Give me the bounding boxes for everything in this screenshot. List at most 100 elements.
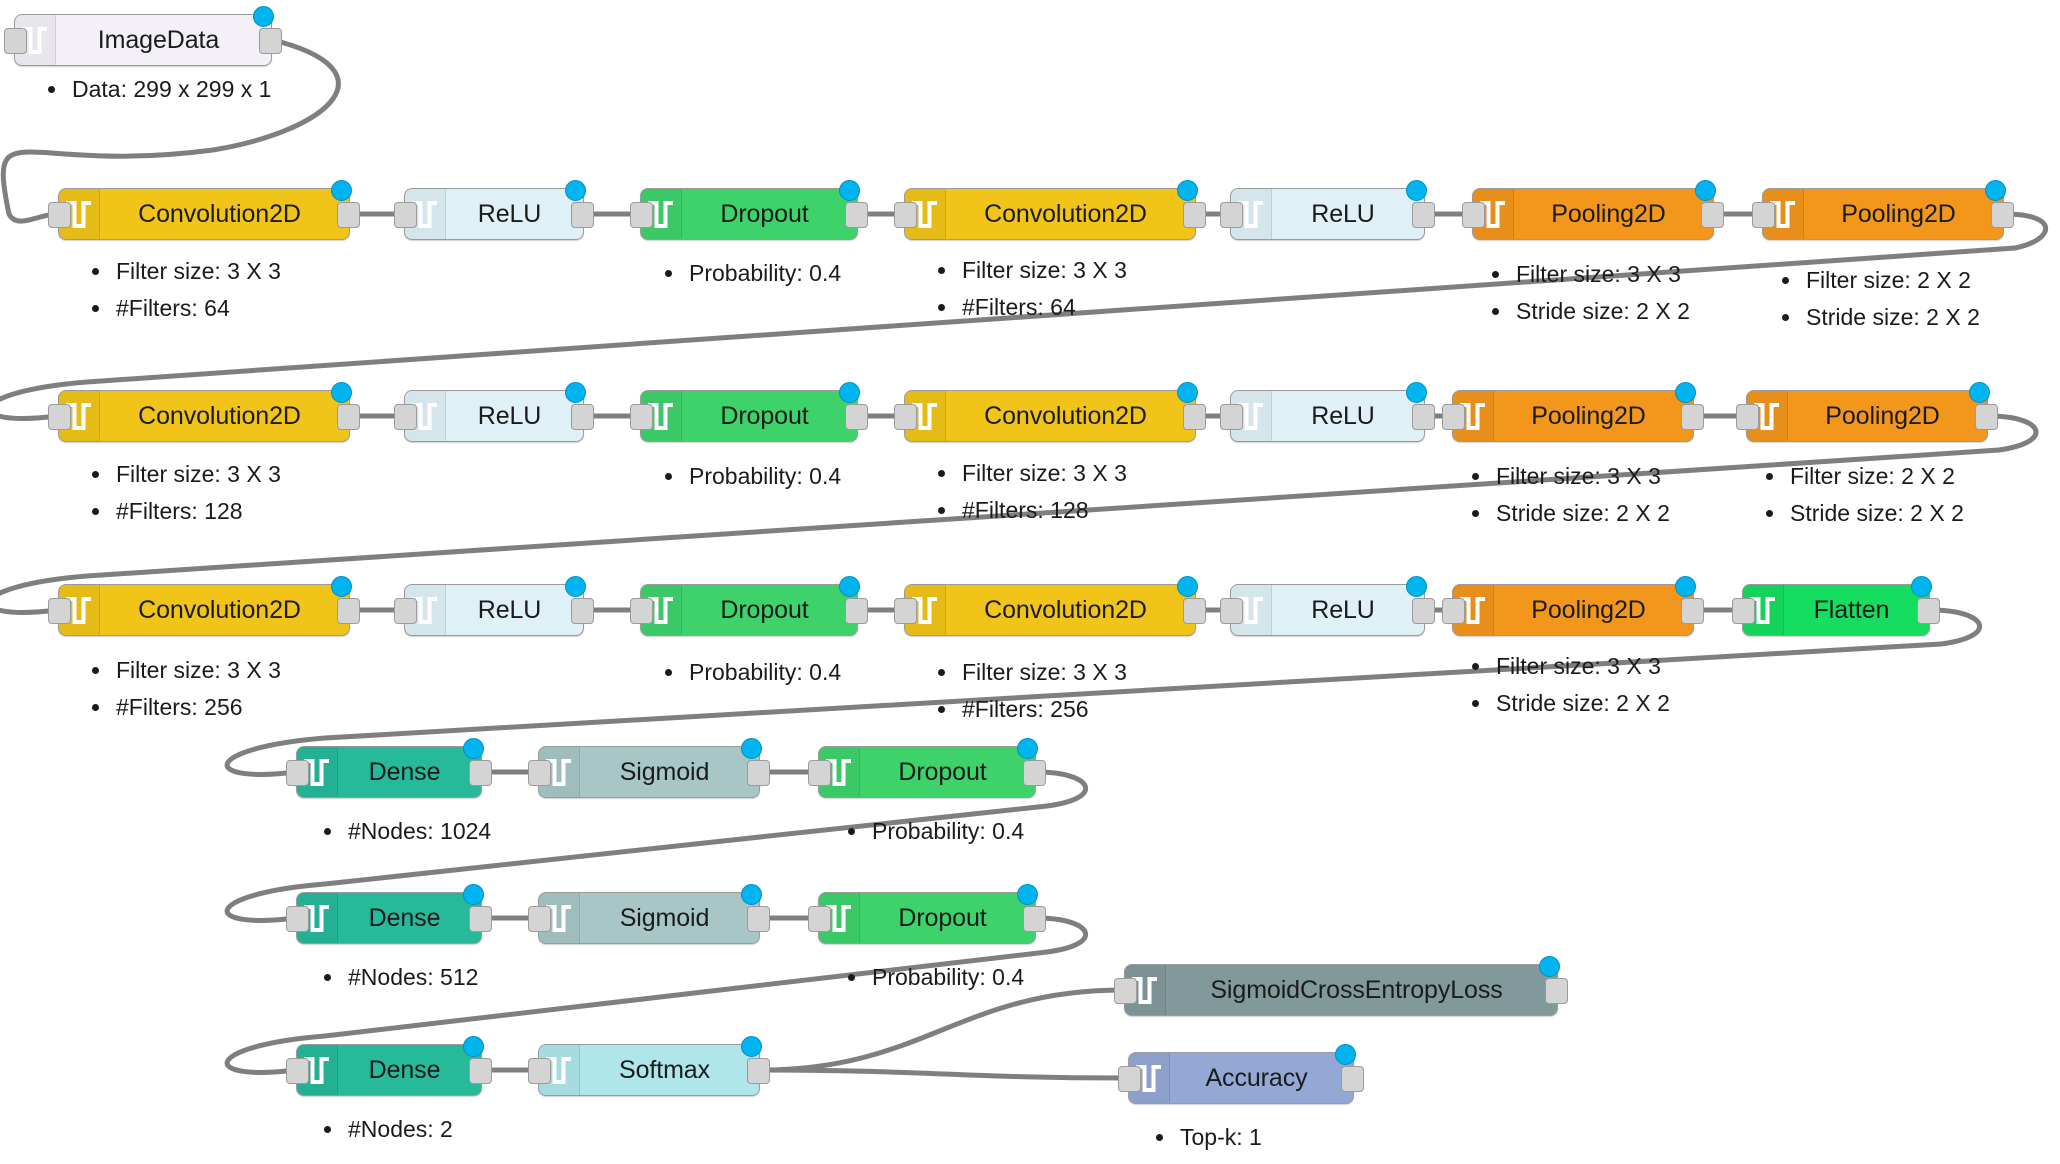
node-output-port[interactable] (1183, 598, 1206, 624)
node-softmax[interactable]: Softmax (528, 1036, 770, 1096)
node-input-port[interactable] (894, 598, 917, 624)
node-relu[interactable]: ReLU (394, 382, 594, 442)
node-convolution2d[interactable]: Convolution2D (894, 180, 1206, 240)
node-relu[interactable]: ReLU (1220, 180, 1435, 240)
node-input-port[interactable] (630, 202, 653, 228)
node-input-port[interactable] (1732, 598, 1755, 624)
node-input-port[interactable] (1118, 1066, 1141, 1092)
node-output-port[interactable] (845, 202, 868, 228)
node-input-port[interactable] (286, 906, 309, 932)
node-output-port[interactable] (337, 598, 360, 624)
node-input-port[interactable] (808, 906, 831, 932)
node-input-port[interactable] (1220, 202, 1243, 228)
node-output-port[interactable] (1545, 978, 1568, 1004)
node-pooling2d[interactable]: Pooling2D (1752, 180, 2014, 240)
node-output-port[interactable] (1681, 404, 1704, 430)
node-pooling2d[interactable]: Pooling2D (1442, 382, 1704, 442)
node-input-port[interactable] (394, 202, 417, 228)
node-output-port[interactable] (469, 906, 492, 932)
node-output-port[interactable] (1975, 404, 1998, 430)
node-output-port[interactable] (1341, 1066, 1364, 1092)
flow-canvas[interactable]: ImageData Data: 299 x 299 x 1 Convolution2… (0, 0, 2060, 1164)
node-output-port[interactable] (845, 404, 868, 430)
node-dropout[interactable]: Dropout (630, 180, 868, 240)
node-output-port[interactable] (337, 404, 360, 430)
node-output-port[interactable] (1681, 598, 1704, 624)
node-input-port[interactable] (808, 760, 831, 786)
node-output-port[interactable] (1991, 202, 2014, 228)
node-pooling2d[interactable]: Pooling2D (1462, 180, 1724, 240)
node-output-port[interactable] (1023, 760, 1046, 786)
node-dense[interactable]: Dense (286, 1036, 492, 1096)
node-input-port[interactable] (286, 1058, 309, 1084)
node-imagedata[interactable]: ImageData (4, 6, 282, 66)
node-output-port[interactable] (571, 202, 594, 228)
node-sigmoid[interactable]: Sigmoid (528, 738, 770, 798)
node-sigmoid[interactable]: Sigmoid (528, 884, 770, 944)
node-input-port[interactable] (286, 760, 309, 786)
node-relu[interactable]: ReLU (1220, 382, 1435, 442)
node-output-port[interactable] (747, 760, 770, 786)
node-flatten[interactable]: Flatten (1732, 576, 1940, 636)
node-property-item: #Nodes: 2 (324, 1118, 453, 1141)
node-convolution2d[interactable]: Convolution2D (894, 576, 1206, 636)
node-accuracy[interactable]: Accuracy (1118, 1044, 1364, 1104)
node-output-port[interactable] (571, 404, 594, 430)
node-input-port[interactable] (630, 404, 653, 430)
node-output-port[interactable] (1023, 906, 1046, 932)
node-property-list: Filter size: 3 X 3 Stride size: 2 X 2 (1472, 655, 1670, 729)
node-input-port[interactable] (394, 598, 417, 624)
node-output-port[interactable] (1183, 404, 1206, 430)
node-output-port[interactable] (1917, 598, 1940, 624)
node-input-port[interactable] (894, 202, 917, 228)
node-output-port[interactable] (747, 1058, 770, 1084)
node-input-port[interactable] (630, 598, 653, 624)
node-dropout[interactable]: Dropout (630, 382, 868, 442)
node-input-port[interactable] (1462, 202, 1485, 228)
node-output-port[interactable] (1701, 202, 1724, 228)
node-input-port[interactable] (4, 28, 27, 54)
node-output-port[interactable] (1412, 404, 1435, 430)
node-convolution2d[interactable]: Convolution2D (894, 382, 1206, 442)
node-input-port[interactable] (1220, 404, 1243, 430)
node-output-port[interactable] (1183, 202, 1206, 228)
node-input-port[interactable] (48, 404, 71, 430)
node-dense[interactable]: Dense (286, 884, 492, 944)
node-input-port[interactable] (394, 404, 417, 430)
node-dropout[interactable]: Dropout (808, 884, 1046, 944)
node-input-port[interactable] (894, 404, 917, 430)
node-convolution2d[interactable]: Convolution2D (48, 576, 360, 636)
node-input-port[interactable] (48, 598, 71, 624)
node-relu[interactable]: ReLU (1220, 576, 1435, 636)
node-dense[interactable]: Dense (286, 738, 492, 798)
node-output-port[interactable] (845, 598, 868, 624)
node-input-port[interactable] (1442, 598, 1465, 624)
node-sigmoidcrossentropyloss[interactable]: SigmoidCrossEntropyLoss (1114, 956, 1568, 1016)
node-pooling2d[interactable]: Pooling2D (1442, 576, 1704, 636)
node-output-port[interactable] (469, 760, 492, 786)
node-relu[interactable]: ReLU (394, 180, 594, 240)
node-output-port[interactable] (571, 598, 594, 624)
node-input-port[interactable] (1736, 404, 1759, 430)
node-input-port[interactable] (1442, 404, 1465, 430)
node-convolution2d[interactable]: Convolution2D (48, 180, 360, 240)
node-property-list: Filter size: 3 X 3 #Filters: 128 (92, 463, 281, 537)
node-input-port[interactable] (1114, 978, 1137, 1004)
node-pooling2d[interactable]: Pooling2D (1736, 382, 1998, 442)
node-output-port[interactable] (1412, 598, 1435, 624)
node-input-port[interactable] (528, 1058, 551, 1084)
node-output-port[interactable] (259, 28, 282, 54)
node-dropout[interactable]: Dropout (630, 576, 868, 636)
node-relu[interactable]: ReLU (394, 576, 594, 636)
node-dropout[interactable]: Dropout (808, 738, 1046, 798)
node-output-port[interactable] (337, 202, 360, 228)
node-output-port[interactable] (1412, 202, 1435, 228)
node-input-port[interactable] (528, 906, 551, 932)
node-output-port[interactable] (469, 1058, 492, 1084)
node-input-port[interactable] (528, 760, 551, 786)
node-convolution2d[interactable]: Convolution2D (48, 382, 360, 442)
node-output-port[interactable] (747, 906, 770, 932)
node-input-port[interactable] (1220, 598, 1243, 624)
node-input-port[interactable] (48, 202, 71, 228)
node-input-port[interactable] (1752, 202, 1775, 228)
